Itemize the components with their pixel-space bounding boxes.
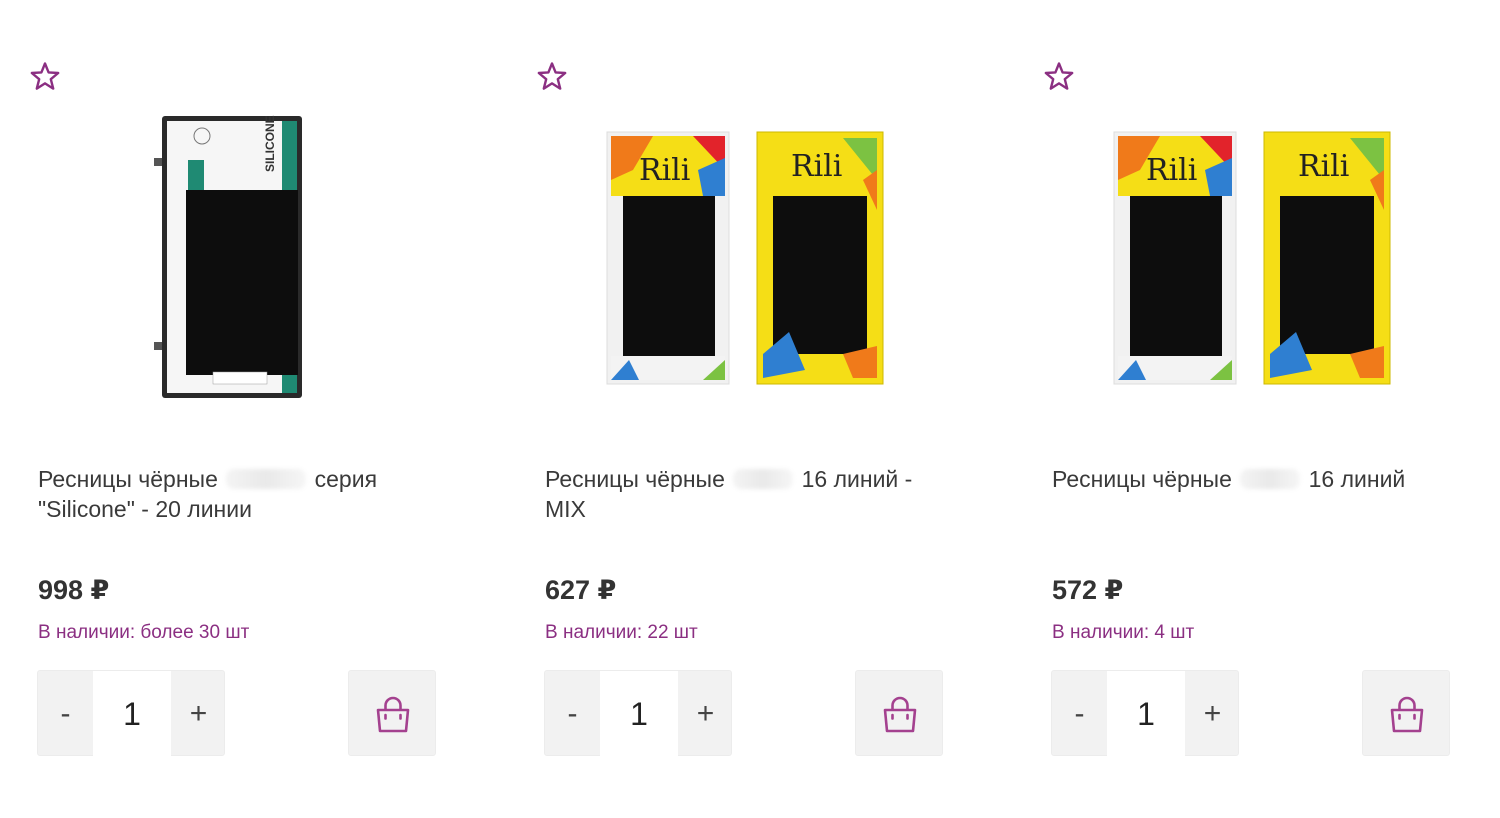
product-price: 627 ₽ — [545, 575, 617, 605]
blurred-brand — [1240, 469, 1301, 489]
favorite-star-icon[interactable] — [535, 60, 569, 94]
blurred-brand — [226, 469, 307, 489]
product-title[interactable]: Ресницы чёрные серия "Silicone" - 20 лин… — [38, 464, 418, 524]
product-card: SILICONE Ресницы чёрные серия "Silicone"… — [0, 0, 436, 818]
decrease-quantity-button[interactable]: - — [38, 671, 93, 757]
product-price: 998 ₽ — [38, 575, 110, 605]
increase-quantity-button[interactable]: + — [678, 671, 733, 757]
svg-text:Rili: Rili — [1146, 153, 1197, 188]
product-title[interactable]: Ресницы чёрные 16 линий - MIX — [545, 464, 925, 524]
increase-quantity-button[interactable]: + — [171, 671, 226, 757]
quantity-stepper: - 1 + — [37, 670, 226, 757]
title-text: 16 линий — [1308, 466, 1406, 492]
add-to-cart-button[interactable] — [1362, 670, 1450, 756]
stock-status: В наличии: более 30 шт — [38, 622, 250, 643]
title-text: Ресницы чёрные — [1052, 466, 1232, 492]
increase-quantity-button[interactable]: + — [1185, 671, 1240, 757]
shopping-bag-icon — [880, 695, 920, 735]
favorite-star-icon[interactable] — [28, 60, 62, 94]
quantity-stepper: - 1 + — [544, 670, 733, 757]
add-to-cart-button[interactable] — [855, 670, 943, 756]
product-title[interactable]: Ресницы чёрные 16 линий — [1052, 464, 1432, 494]
favorite-star-icon[interactable] — [1042, 60, 1076, 94]
product-image[interactable]: SILICONE — [36, 110, 416, 420]
title-text: Ресницы чёрные — [38, 466, 218, 492]
quantity-stepper: - 1 + — [1051, 670, 1240, 757]
svg-text:Rili: Rili — [639, 153, 690, 188]
blurred-brand — [733, 469, 794, 489]
product-price: 572 ₽ — [1052, 575, 1124, 605]
product-card: Rili Rili Ресницы чёрные 16 линий - MIX … — [507, 0, 943, 818]
product-image[interactable]: Rili Rili — [543, 110, 923, 420]
svg-text:Rili: Rili — [1298, 149, 1349, 184]
title-text: Ресницы чёрные — [545, 466, 725, 492]
product-card: Rili Rili Ресницы чёрные 16 линий 572 ₽ … — [1014, 0, 1450, 818]
svg-text:Rili: Rili — [791, 149, 842, 184]
decrease-quantity-button[interactable]: - — [1052, 671, 1107, 757]
shopping-bag-icon — [373, 695, 413, 735]
add-to-cart-button[interactable] — [348, 670, 436, 756]
shopping-bag-icon — [1387, 695, 1427, 735]
quantity-value[interactable]: 1 — [600, 671, 678, 757]
stock-status: В наличии: 4 шт — [1052, 622, 1195, 643]
quantity-value[interactable]: 1 — [93, 671, 171, 757]
svg-text:SILICONE: SILICONE — [263, 115, 277, 172]
stock-status: В наличии: 22 шт — [545, 622, 698, 643]
product-image[interactable]: Rili Rili — [1050, 110, 1430, 420]
quantity-value[interactable]: 1 — [1107, 671, 1185, 757]
decrease-quantity-button[interactable]: - — [545, 671, 600, 757]
